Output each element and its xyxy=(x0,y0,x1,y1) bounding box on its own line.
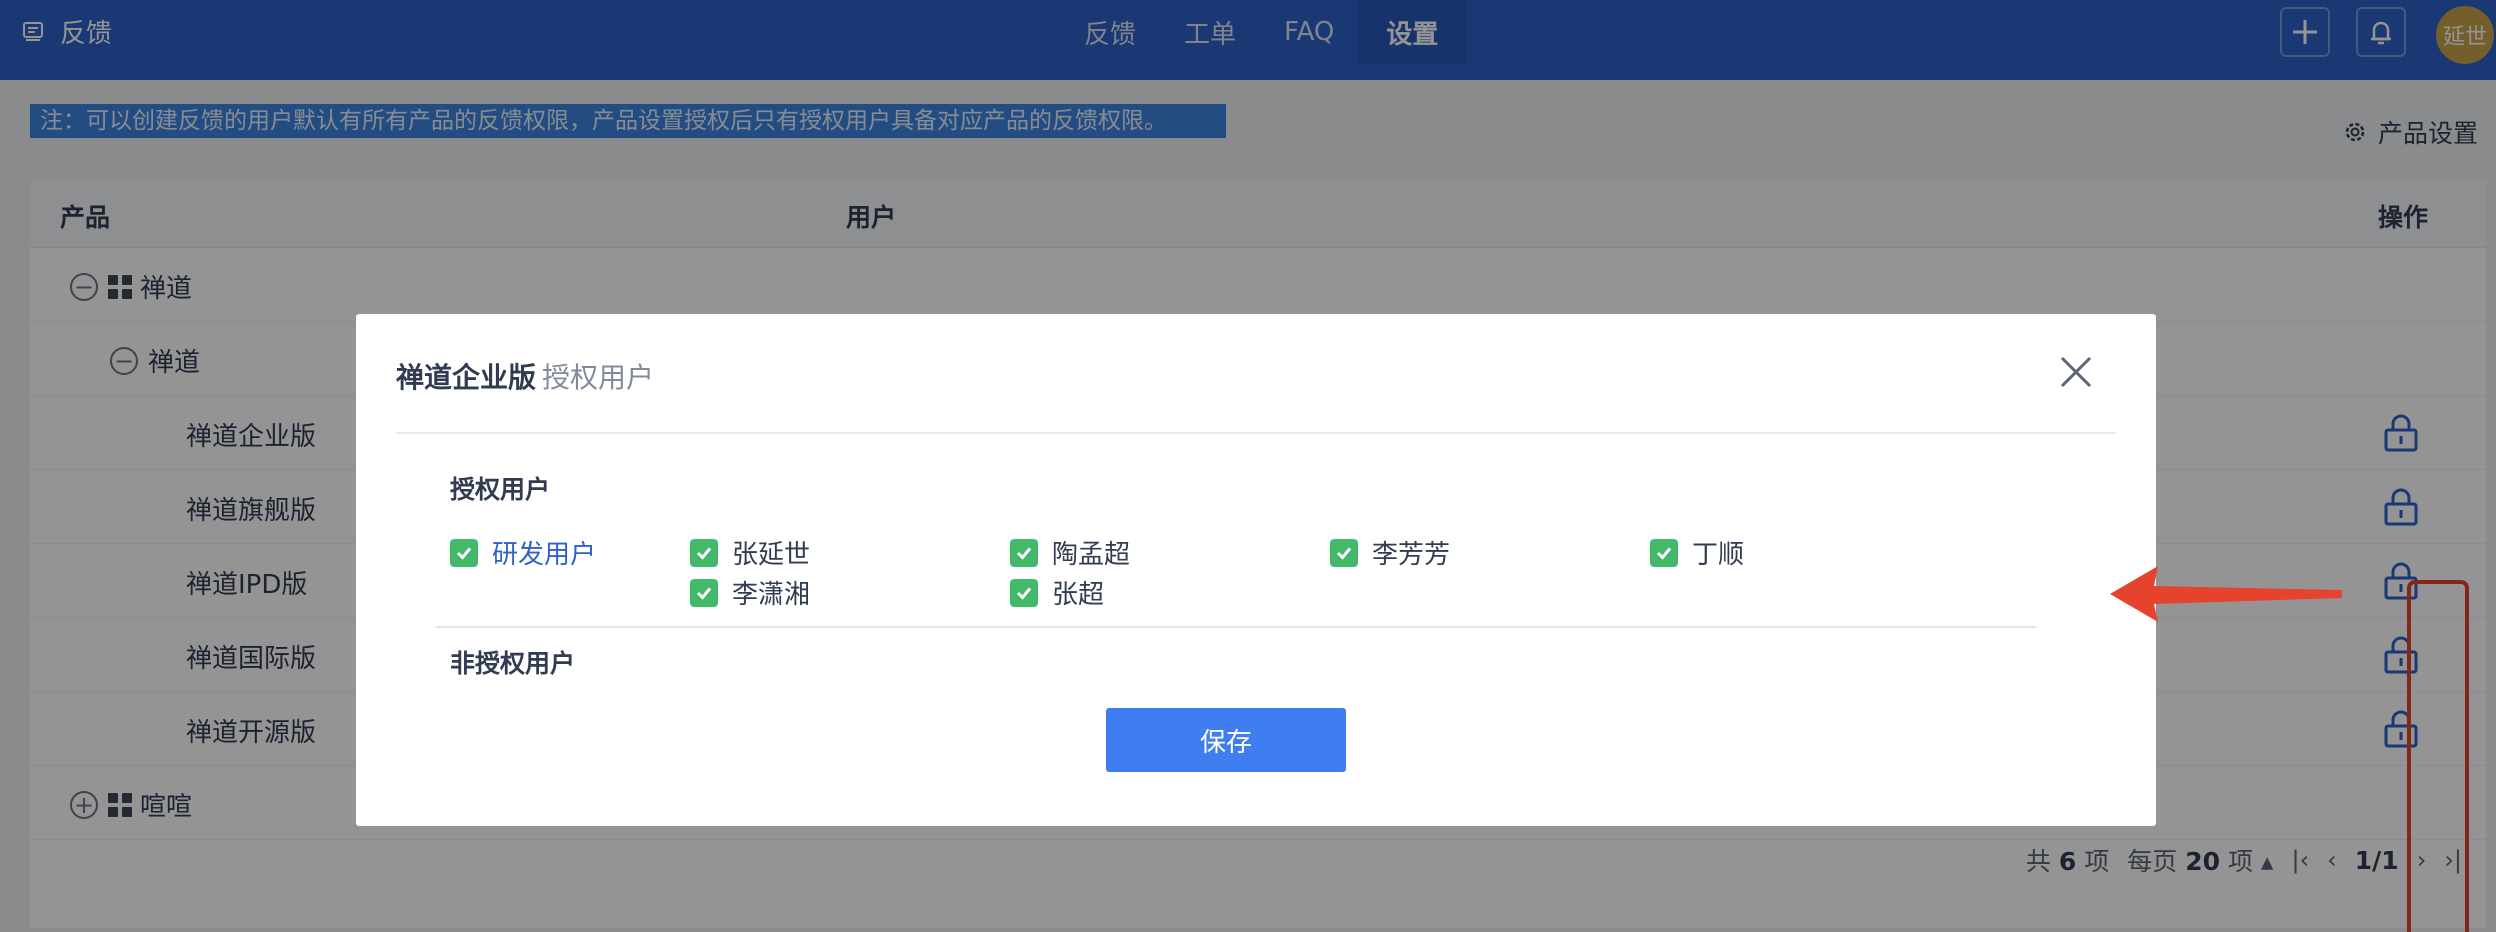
user-checkbox[interactable]: 张延世 xyxy=(690,534,810,571)
user-label: 丁顺 xyxy=(1692,540,1745,570)
authorized-section-label: 授权用户 xyxy=(450,475,551,504)
user-checkbox[interactable]: 张超 xyxy=(1010,574,1104,611)
check-icon xyxy=(1010,538,1038,567)
dialog-product-name: 禅道企业版 xyxy=(396,361,537,394)
arrow-icon xyxy=(2110,566,2342,622)
unauthorized-section-label: 非授权用户 xyxy=(450,649,576,678)
user-label: 张超 xyxy=(1052,580,1105,610)
user-checkbox[interactable]: 陶孟超 xyxy=(1010,534,1130,571)
dialog-subtitle: 授权用户 xyxy=(542,361,655,394)
user-label: 李潇湘 xyxy=(732,580,811,610)
dialog-title: 禅道企业版 授权用户 xyxy=(396,356,654,396)
user-group-label: 研发用户 xyxy=(492,540,597,570)
check-icon xyxy=(450,538,478,567)
authorize-users-dialog: 禅道企业版 授权用户 授权用户 研发用户 张延世 陶孟超 李芳芳 丁顺 李潇湘 张… xyxy=(356,314,2156,826)
dialog-divider xyxy=(396,432,2116,434)
user-label: 张延世 xyxy=(732,540,811,570)
check-icon xyxy=(1330,538,1358,567)
user-label: 李芳芳 xyxy=(1372,540,1451,570)
user-checkbox[interactable]: 李芳芳 xyxy=(1330,534,1450,571)
save-button[interactable]: 保存 xyxy=(1106,708,1346,772)
close-icon[interactable] xyxy=(2056,352,2096,392)
user-checkbox[interactable]: 研发用户 xyxy=(450,534,596,571)
check-icon xyxy=(690,578,718,607)
check-icon xyxy=(1010,578,1038,607)
check-icon xyxy=(1650,538,1678,567)
user-checkbox[interactable]: 丁顺 xyxy=(1650,534,1744,571)
user-label: 陶孟超 xyxy=(1052,540,1131,570)
section-divider xyxy=(436,626,2036,628)
user-checkbox[interactable]: 李潇湘 xyxy=(690,574,810,611)
check-icon xyxy=(690,538,718,567)
